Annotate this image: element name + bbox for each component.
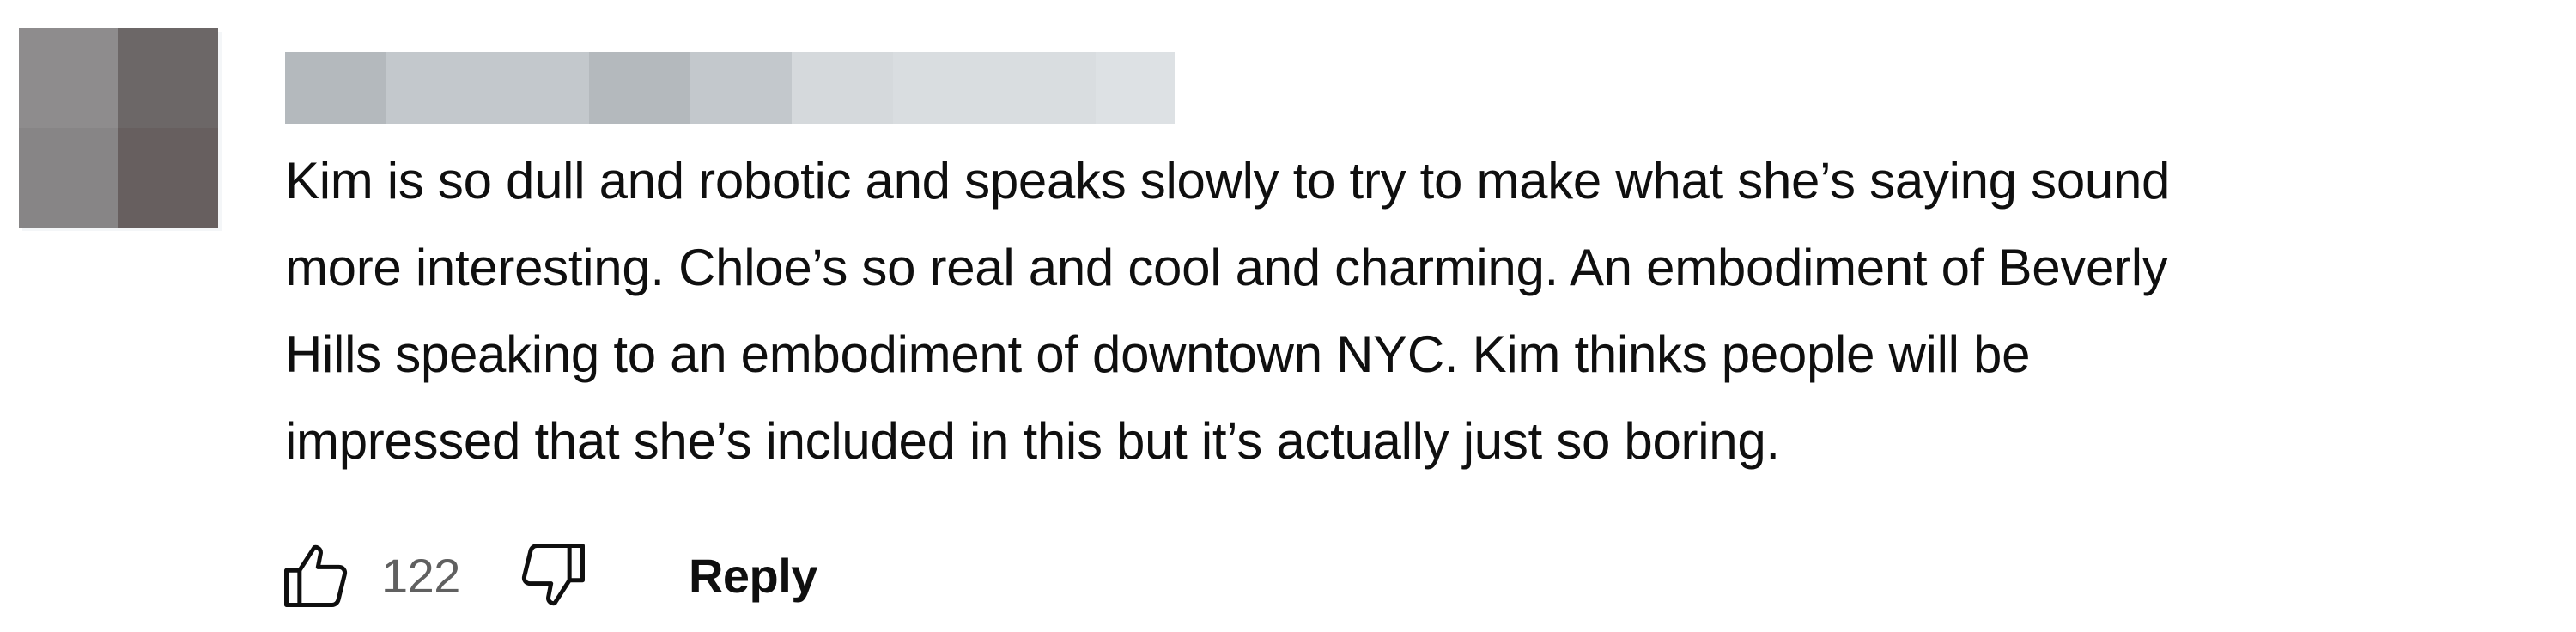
reply-button[interactable]: Reply [689, 548, 818, 604]
redaction-block [893, 52, 994, 124]
redaction-block [589, 52, 690, 124]
redaction-block [1096, 52, 1175, 124]
comment-text-line: impressed that she’s included in this bu… [285, 412, 1780, 470]
avatar-pixel [19, 28, 118, 128]
avatar-pixel [19, 128, 118, 228]
comment-text-line: Hills speaking to an embodiment of downt… [285, 325, 2031, 383]
comment-text-line: more interesting. Chloe’s so real and co… [285, 239, 2168, 296]
redaction-block [285, 52, 386, 124]
redaction-block [792, 52, 893, 124]
redaction-block [386, 52, 488, 124]
thumbs-up-icon [284, 544, 348, 607]
avatar-pixel [118, 128, 218, 228]
comment-thread-item: Kim is so dull and robotic and speaks sl… [0, 0, 2576, 632]
thumbs-down-icon [521, 544, 585, 606]
redaction-block [488, 52, 589, 124]
comment-text-line: Kim is so dull and robotic and speaks sl… [285, 152, 2171, 210]
comment-text: Kim is so dull and robotic and speaks sl… [285, 137, 2535, 484]
like-button[interactable] [276, 536, 355, 615]
comment-actions: 122 Reply [276, 532, 817, 618]
redaction-block [690, 52, 792, 124]
avatar-pixel [118, 28, 218, 128]
like-count: 122 [381, 548, 460, 603]
redaction-block [994, 52, 1096, 124]
avatar[interactable] [19, 28, 218, 228]
dislike-button[interactable] [513, 536, 592, 615]
author-name-redacted[interactable] [285, 52, 1175, 124]
